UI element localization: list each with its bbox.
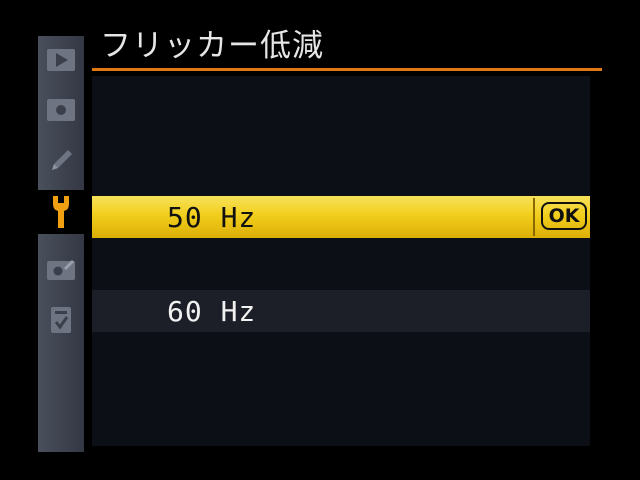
page-title: フリッカー低減	[100, 28, 324, 64]
tab-playback[interactable]	[38, 38, 84, 82]
shooting-icon	[47, 99, 75, 121]
options-panel: 50 Hz OK 60 Hz	[92, 76, 590, 446]
menu-sidebar	[38, 36, 84, 452]
option-label: 50 Hz	[167, 201, 257, 234]
retouch-icon	[47, 260, 75, 280]
option-60hz[interactable]: 60 Hz	[92, 290, 590, 332]
option-label: 60 Hz	[167, 295, 257, 328]
setup-wrench-icon	[53, 196, 69, 228]
tab-setup[interactable]	[38, 190, 84, 234]
ok-separator	[533, 198, 535, 236]
playback-icon	[47, 49, 75, 71]
my-menu-icon	[51, 307, 71, 333]
title-divider	[92, 68, 602, 71]
option-50hz[interactable]: 50 Hz OK	[92, 196, 590, 238]
custom-settings-pencil-icon	[52, 150, 72, 170]
tab-shooting[interactable]	[38, 88, 84, 132]
tab-my-menu[interactable]	[38, 298, 84, 342]
tab-retouch[interactable]	[38, 248, 84, 292]
ok-button-badge[interactable]: OK	[541, 202, 587, 230]
tab-custom-settings[interactable]	[38, 138, 84, 182]
camera-menu-screen: フリッカー低減 50 Hz OK 60 Hz	[0, 0, 640, 480]
